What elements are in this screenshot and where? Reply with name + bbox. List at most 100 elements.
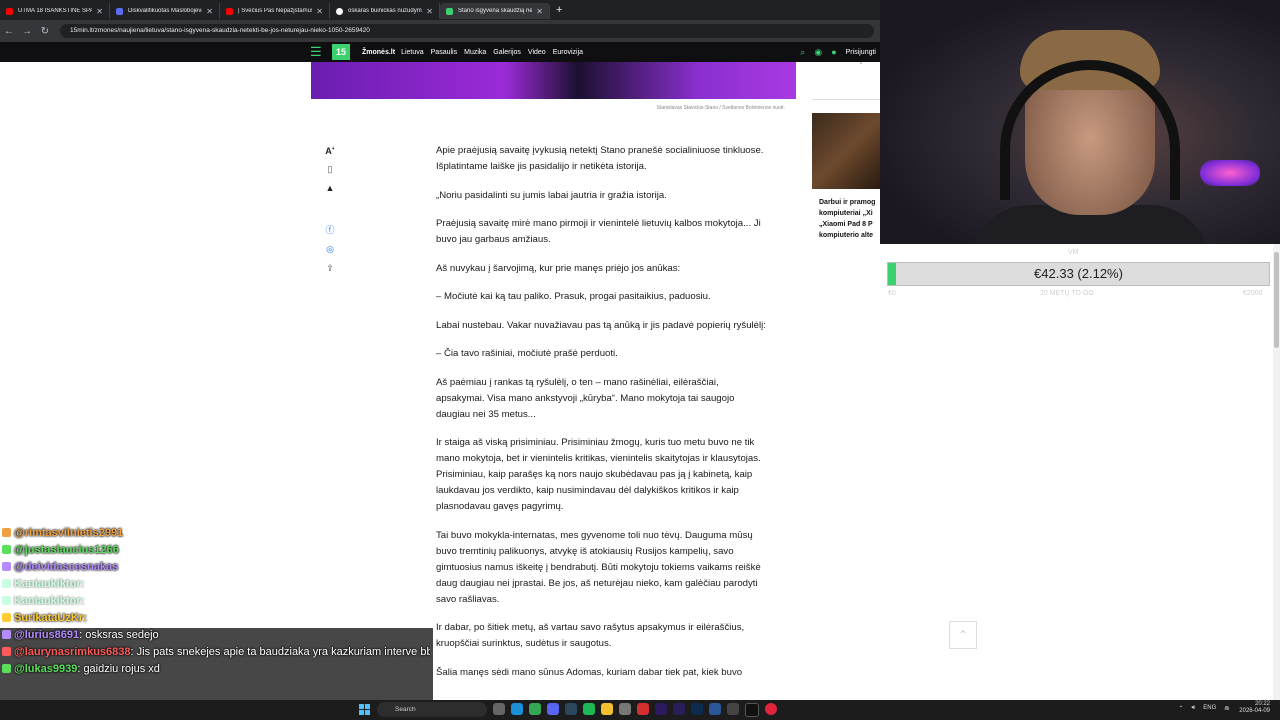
back-icon[interactable]: ← (0, 26, 18, 37)
taskbar-apps (493, 703, 783, 717)
article-paragraph: Aš paėmiau į rankas tą ryšulėlį, o ten –… (436, 376, 735, 420)
new-tab-button[interactable]: + (556, 4, 562, 16)
google-icon (336, 7, 343, 15)
card-line: kompiuteriai „Xi (819, 210, 873, 217)
article-body: Apie praėjusią savaitę įvykusią netektį … (436, 143, 766, 693)
brand-link[interactable]: Žmonės.lt (362, 49, 395, 56)
bookmark-icon[interactable]: ▯ (322, 164, 338, 175)
chevron-up-icon[interactable]: ⌃ (1178, 705, 1183, 712)
article-paragraph: – Čia tavo rašiniai, močiutė prašė perdu… (436, 348, 618, 359)
calculator-icon[interactable] (619, 703, 631, 715)
steam-icon[interactable] (565, 703, 577, 715)
chat-username: @rimtasvilnietis2991 (14, 527, 124, 539)
scroll-to-top-button[interactable]: ⌃ (949, 621, 977, 649)
menu-icon[interactable]: ☰ (310, 44, 328, 60)
forward-icon[interactable]: → (18, 26, 36, 37)
record-icon[interactable] (765, 703, 777, 715)
close-icon[interactable]: ✕ (426, 7, 433, 16)
reload-icon[interactable]: ↻ (36, 26, 54, 37)
site-logo[interactable]: 15 (332, 44, 350, 60)
address-bar-row: ← → ↻ 15min.lt/zmones/naujiena/lietuva/s… (0, 20, 880, 42)
font-size-icon[interactable]: A+ (322, 146, 338, 156)
after-effects-icon[interactable] (655, 703, 667, 715)
tab-utma[interactable]: UTMA 18 IŠANKSTINĖ SPAUDO✕ (0, 3, 110, 19)
menu-item-muzika[interactable]: Muzika (464, 49, 486, 56)
card-line: Darbui ir pramog (819, 199, 876, 206)
divider (812, 99, 880, 100)
wifi-icon[interactable]: ⋒ (1224, 705, 1229, 712)
tab-svecius[interactable]: | Svečius Pas Nepažįstamus IRL✕ (220, 3, 330, 19)
chat-message: @lurius8691: osksras sedejo (0, 627, 430, 644)
close-icon[interactable]: ✕ (206, 7, 213, 16)
notifications-icon[interactable]: ◉ (814, 47, 822, 58)
site-icon (116, 7, 123, 15)
premiere-icon[interactable] (673, 703, 685, 715)
chat-text: : gaidziu rojus xd (77, 663, 160, 675)
chat-text: : Jis pats snekejes apie ta baudziaka yr… (130, 646, 430, 658)
acrobat-icon[interactable] (637, 703, 649, 715)
user-icon[interactable]: ● (831, 47, 836, 57)
webcam-overlay (880, 0, 1280, 244)
word-icon[interactable] (709, 703, 721, 715)
search-icon[interactable]: ⌕ (800, 47, 805, 58)
article-paragraph: Ir staiga aš viską prisiminiau. Prisimin… (436, 437, 761, 512)
clock-time: 20:22 (1254, 701, 1270, 707)
article-paragraph: – Močiutė kai ką tau paliko. Prasuk, pro… (436, 291, 711, 302)
photoshop-icon[interactable] (691, 703, 703, 715)
sidebar-card-text[interactable]: Darbui ir pramog kompiuteriai „Xi „Xiaom… (819, 197, 880, 241)
obs-icon[interactable] (727, 703, 739, 715)
close-icon[interactable]: ✕ (536, 7, 543, 16)
lang-indicator[interactable]: ENG (1203, 705, 1216, 711)
article-paragraph: Ir dabar, po šitiek metų, aš vartau savo… (436, 622, 745, 649)
edge-icon[interactable] (511, 703, 523, 715)
task-view-icon[interactable] (493, 703, 505, 715)
donation-title-label: 20 METŲ TO OO (1040, 290, 1094, 297)
article-paragraph: Apie praėjusią savaitę įvykusią netektį … (436, 145, 764, 172)
tab-google-search[interactable]: oskaras buinickas nuzudymas - ✕ (330, 3, 440, 19)
chat-username: SurikataUzKr: (14, 612, 87, 624)
explorer-icon[interactable] (601, 703, 613, 715)
sidebar-card-image[interactable] (812, 113, 880, 189)
chat-message: @rimtasvilnietis2991 (0, 525, 430, 542)
clock-date: 2026-04-09 (1239, 708, 1270, 714)
close-icon[interactable]: ✕ (316, 7, 323, 16)
chat-username: @deividascesnakas (14, 561, 119, 573)
menu-item-video[interactable]: Video (528, 49, 546, 56)
taskbar-search[interactable]: Search (377, 702, 487, 717)
donation-max-label: €2000 (1243, 290, 1263, 297)
card-line: „Xiaomi Pad 8 P (819, 221, 873, 228)
share-icon[interactable]: ⇪ (322, 263, 338, 274)
facebook-icon[interactable]: ⓕ (322, 223, 338, 236)
login-link[interactable]: Prisijungti (846, 49, 876, 56)
menu-item-lietuva[interactable]: Lietuva (401, 49, 424, 56)
url-field[interactable]: 15min.lt/zmones/naujiena/lietuva/stano-i… (60, 24, 874, 38)
tab-title: oskaras buinickas nuzudymas - (348, 8, 422, 14)
menu-item-galerijos[interactable]: Galerijos (493, 49, 521, 56)
windows-start-icon[interactable] (359, 704, 370, 715)
scrollbar-thumb[interactable] (1274, 252, 1279, 348)
tab-title: | Svečius Pas Nepažįstamus IRL (238, 8, 313, 14)
sidebar-card-title[interactable]: mažai žmonių (819, 57, 880, 64)
messenger-icon[interactable]: ◎ (322, 244, 338, 255)
donation-min-label: €0 (888, 290, 896, 297)
image-caption: Stanislavas Stavickis-Stano / Svetlanos … (656, 105, 785, 111)
volume-icon[interactable]: 🔊︎ (1191, 705, 1195, 712)
article-hero-image (311, 62, 796, 99)
chat-text: : osksras sedejo (79, 629, 159, 641)
close-icon[interactable]: ✕ (96, 7, 103, 16)
donation-amount: €42.33 (2.12%) (1034, 266, 1123, 281)
tab-maslobojevas[interactable]: Diskvalifikuotas Maslobojevas: ✕ (110, 3, 220, 19)
tiktok-icon[interactable] (745, 703, 759, 717)
clock[interactable]: 20:22 2026-04-09 (1239, 701, 1270, 715)
report-icon[interactable]: ▲ (322, 183, 338, 193)
chat-badge-icon (2, 545, 11, 554)
youtube-icon (6, 7, 13, 15)
chrome-icon[interactable] (529, 703, 541, 715)
article-paragraph: Aš nuvykau į šarvojimą, kur prie manęs p… (436, 262, 681, 274)
spotify-icon[interactable] (583, 703, 595, 715)
menu-item-pasaulis[interactable]: Pasaulis (431, 49, 457, 56)
tab-stano-article[interactable]: Stano išgyvena skaudžią netekt✕ (440, 3, 550, 19)
chat-badge-icon (2, 647, 11, 656)
discord-icon[interactable] (547, 703, 559, 715)
menu-item-eurovizija[interactable]: Eurovizija (553, 49, 583, 56)
